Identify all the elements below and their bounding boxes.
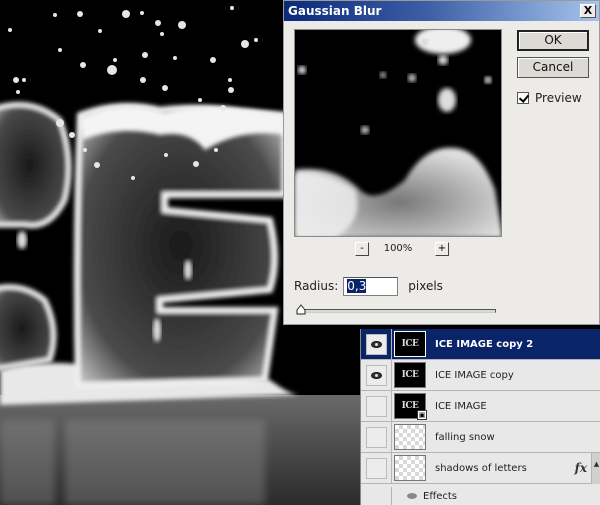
layer-name: shadows of letters (435, 462, 527, 474)
snowflake (228, 78, 232, 82)
snowflake (98, 29, 102, 33)
snowflake (131, 176, 135, 180)
effects-label: Effects (423, 490, 457, 502)
zoom-controls: - 100% + (294, 242, 502, 258)
radius-value: 0,3 (347, 278, 367, 293)
layer-thumbnail: ICE (394, 362, 426, 388)
layer-row[interactable]: ICE ICE IMAGE copy (361, 359, 600, 391)
snowflake (94, 162, 100, 168)
snowflake (155, 20, 161, 26)
reflection-letters (0, 420, 265, 505)
preview-toggle[interactable]: Preview (517, 91, 582, 105)
visibility-toggle[interactable] (366, 333, 387, 355)
divider (391, 452, 392, 484)
fx-icon[interactable]: fx (575, 461, 587, 475)
visibility-toggle[interactable] (366, 364, 387, 386)
close-icon: X (583, 4, 593, 17)
close-button[interactable]: X (580, 4, 596, 18)
preview-image (295, 30, 501, 236)
snowflake (210, 57, 216, 63)
snowflake (254, 38, 258, 42)
snowflake (193, 161, 199, 167)
eye-icon[interactable] (407, 493, 417, 499)
snowflake (228, 87, 234, 93)
letter-c-bottom (0, 284, 57, 371)
layer-thumbnail (394, 424, 426, 450)
dialog-title: Gaussian Blur (288, 4, 382, 18)
layers-panel: ICE ICE IMAGE copy 2 ICE ICE IMAGE copy … (360, 328, 600, 505)
ok-button[interactable]: OK (517, 30, 589, 51)
divider (391, 487, 392, 505)
gaussian-blur-dialog: Gaussian Blur X - 100% + Radius: 0,3 pix… (283, 0, 600, 325)
radius-units: pixels (408, 279, 443, 293)
slider-track[interactable] (300, 309, 496, 313)
layer-name: ICE IMAGE (435, 400, 487, 412)
snowflake (198, 98, 202, 102)
snowflake (8, 28, 12, 32)
snowflake (230, 6, 234, 10)
snowflake (214, 148, 218, 152)
slider-thumb[interactable] (296, 304, 306, 315)
snowflake (140, 11, 144, 15)
effects-expand-icon[interactable]: ▲ (591, 453, 600, 484)
snowflake (162, 85, 168, 91)
layer-row[interactable]: falling snow (361, 421, 600, 453)
effects-row[interactable]: Effects (361, 487, 600, 505)
snowflake (80, 62, 86, 68)
divider (391, 328, 392, 360)
preview-checkbox[interactable] (517, 92, 529, 104)
layer-row[interactable]: shadows of letters fx ▲ (361, 452, 600, 484)
snowflake (53, 13, 57, 17)
layer-name: ICE IMAGE copy (435, 369, 514, 381)
snowflake (173, 56, 177, 60)
radius-label: Radius: (294, 279, 339, 293)
dialog-titlebar[interactable]: Gaussian Blur X (284, 1, 599, 21)
smart-object-icon: ▣ (417, 410, 427, 420)
cancel-button[interactable]: Cancel (517, 57, 589, 78)
eye-icon (371, 340, 382, 348)
divider (391, 359, 392, 391)
snowflake (220, 105, 226, 111)
layer-thumbnail: ICE ▣ (394, 393, 427, 420)
visibility-toggle[interactable] (366, 395, 387, 417)
snowflake (241, 40, 249, 48)
visibility-toggle[interactable] (366, 426, 387, 448)
layer-thumbnail: ICE (394, 331, 426, 357)
visibility-toggle[interactable] (366, 457, 387, 479)
letter-e (73, 103, 288, 389)
radius-input[interactable]: 0,3 (343, 276, 399, 296)
snowflake (178, 21, 186, 29)
layer-row[interactable]: ICE ▣ ICE IMAGE (361, 390, 600, 422)
snowflake (140, 77, 146, 83)
snowflake (22, 78, 26, 82)
radius-slider[interactable] (296, 304, 496, 316)
eye-icon (371, 371, 382, 379)
zoom-in-button[interactable]: + (435, 242, 449, 256)
snowflake (16, 90, 20, 94)
snowflake (56, 119, 64, 127)
blur-preview[interactable] (294, 29, 502, 237)
layer-row[interactable]: ICE ICE IMAGE copy 2 (361, 328, 600, 360)
snowflake (107, 65, 117, 75)
layer-name: falling snow (435, 431, 495, 443)
divider (391, 421, 392, 453)
snowflake (13, 77, 19, 83)
snowflake (160, 32, 164, 36)
snowflake (164, 153, 168, 157)
snowflake (142, 52, 148, 58)
radius-row: Radius: 0,3 pixels (294, 276, 443, 296)
layer-name: ICE IMAGE copy 2 (435, 338, 534, 350)
snowflake (58, 48, 62, 52)
snowflake (113, 58, 117, 62)
snowflake (77, 11, 83, 17)
preview-label: Preview (535, 91, 582, 105)
layer-thumbnail (394, 455, 426, 481)
divider (391, 390, 392, 422)
snowflake (83, 148, 87, 152)
zoom-level: 100% (383, 243, 413, 254)
snowflake (122, 10, 130, 18)
snowflake (69, 132, 75, 138)
